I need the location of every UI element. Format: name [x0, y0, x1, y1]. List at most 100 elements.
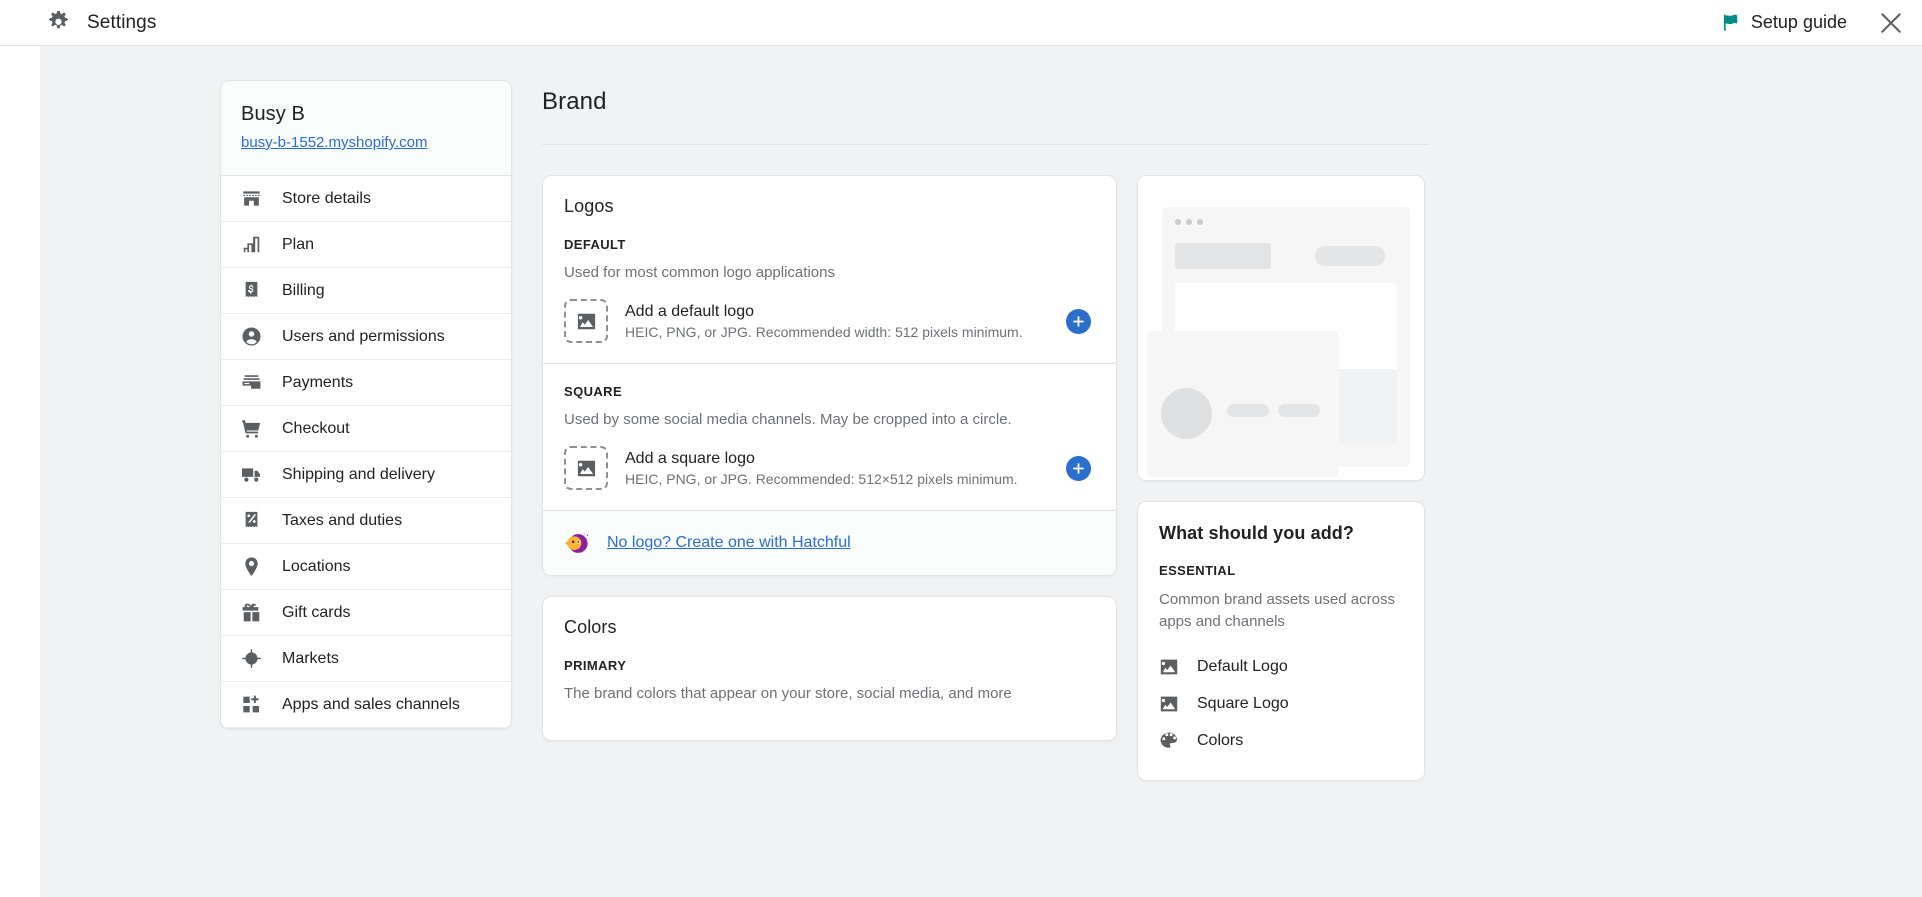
mock-subpanel	[1335, 369, 1397, 444]
aside-item-square-logo[interactable]: Square Logo	[1159, 686, 1403, 723]
window-dot	[1175, 219, 1181, 225]
default-logo-label: DEFAULT	[564, 237, 626, 252]
logos-card: Logos DEFAULT Used for most common logo …	[542, 175, 1117, 576]
primary-color-description: The brand colors that appear on your sto…	[564, 685, 1012, 702]
default-logo-upload-hint: HEIC, PNG, or JPG. Recommended width: 51…	[625, 323, 1023, 340]
primary-colors-section: PRIMARY The brand colors that appear on …	[543, 638, 1116, 740]
top-bar-left: Settings	[0, 11, 156, 34]
sidebar-item-label: Billing	[282, 281, 325, 299]
default-logo-description: Used for most common logo applications	[564, 264, 835, 281]
top-bar-right: Setup guide	[1721, 8, 1922, 38]
main-content: Brand Logos DEFAULT Used for most common…	[542, 46, 1922, 897]
sidebar-item-apps-and-sales-channels[interactable]: Apps and sales channels	[221, 682, 511, 728]
store-header: Busy B busy-b-1552.myshopify.com	[221, 81, 511, 176]
default-logo-section: DEFAULT Used for most common logo applic…	[543, 217, 1116, 363]
square-logo-label: SQUARE	[564, 384, 623, 399]
mock-avatar	[1161, 388, 1212, 439]
aside-item-label: Colors	[1197, 732, 1244, 749]
sidebar-item-label: Shipping and delivery	[282, 465, 435, 483]
aside-title: What should you add?	[1159, 523, 1354, 543]
image-icon	[1159, 657, 1179, 677]
window-dots	[1175, 219, 1203, 225]
setup-guide-label: Setup guide	[1750, 12, 1847, 32]
user-icon	[241, 326, 262, 347]
close-icon[interactable]	[1876, 8, 1906, 38]
mock-bar	[1175, 243, 1271, 269]
mock-pill	[1227, 404, 1269, 417]
brand-aside-column: What should you add? ESSENTIAL Common br…	[1137, 175, 1425, 781]
default-logo-text: Add a default logo HEIC, PNG, or JPG. Re…	[625, 303, 1049, 340]
plus-icon	[1071, 461, 1086, 476]
store-icon	[241, 188, 262, 209]
truck-icon	[241, 464, 262, 485]
sidebar-item-gift-cards[interactable]: Gift cards	[221, 590, 511, 636]
window-dot	[1186, 219, 1192, 225]
percent-receipt-icon	[241, 510, 262, 531]
sidebar-item-label: Locations	[282, 557, 351, 575]
billing-icon	[241, 280, 262, 301]
top-bar: Settings Setup guide	[0, 0, 1922, 46]
default-logo-upload-title: Add a default logo	[625, 302, 754, 320]
palette-icon	[1159, 731, 1179, 751]
primary-color-label: PRIMARY	[564, 658, 627, 673]
sidebar-item-locations[interactable]: Locations	[221, 544, 511, 590]
sidebar-item-users-and-permissions[interactable]: Users and permissions	[221, 314, 511, 360]
default-logo-dropzone[interactable]	[564, 299, 608, 343]
image-icon	[576, 458, 597, 479]
sidebar-item-billing[interactable]: Billing	[221, 268, 511, 314]
colors-card: Colors PRIMARY The brand colors that app…	[542, 596, 1117, 741]
settings-sidebar: Busy B busy-b-1552.myshopify.com Store d…	[220, 80, 512, 729]
apps-plus-icon	[241, 694, 262, 715]
mock-pill	[1278, 404, 1320, 417]
setup-guide-button[interactable]: Setup guide	[1721, 12, 1847, 33]
aside-item-label: Default Logo	[1197, 658, 1288, 675]
square-logo-section: SQUARE Used by some social media channel…	[543, 363, 1116, 510]
brand-preview-card	[1137, 175, 1425, 481]
sidebar-item-store-details[interactable]: Store details	[221, 176, 511, 222]
sidebar-item-markets[interactable]: Markets	[221, 636, 511, 682]
square-logo-upload-title: Add a square logo	[625, 449, 755, 467]
store-name: Busy B	[241, 103, 305, 125]
aside-description: Common brand assets used across apps and…	[1159, 591, 1395, 630]
gift-icon	[241, 602, 262, 623]
mock-pill	[1315, 246, 1385, 266]
store-url-link[interactable]: busy-b-1552.myshopify.com	[241, 134, 427, 151]
page-header-title: Settings	[87, 11, 157, 33]
sidebar-item-label: Payments	[282, 373, 354, 391]
sidebar-item-label: Gift cards	[282, 603, 351, 621]
phone-mockup	[1147, 331, 1339, 477]
sidebar-item-shipping-and-delivery[interactable]: Shipping and delivery	[221, 452, 511, 498]
aside-subtitle: ESSENTIAL	[1159, 563, 1236, 578]
aside-item-colors[interactable]: Colors	[1159, 723, 1403, 760]
sidebar-item-label: Store details	[282, 189, 371, 207]
sidebar-item-label: Markets	[282, 649, 339, 667]
square-logo-text: Add a square logo HEIC, PNG, or JPG. Rec…	[625, 450, 1049, 487]
image-icon	[576, 311, 597, 332]
add-default-logo-button[interactable]	[1066, 308, 1091, 334]
sidebar-item-label: Users and permissions	[282, 327, 445, 345]
sidebar-item-label: Plan	[282, 235, 315, 253]
square-logo-description: Used by some social media channels. May …	[564, 411, 1012, 428]
default-logo-upload-row: Add a default logo HEIC, PNG, or JPG. Re…	[564, 299, 1095, 343]
hatchful-bird-icon	[564, 530, 590, 556]
location-pin-icon	[241, 556, 262, 577]
sidebar-item-payments[interactable]: Payments	[221, 360, 511, 406]
aside-item-label: Square Logo	[1197, 695, 1289, 712]
payments-icon	[241, 372, 262, 393]
square-logo-dropzone[interactable]	[564, 446, 608, 490]
page-title: Brand	[542, 88, 607, 115]
globe-icon	[241, 648, 262, 669]
logos-card-title: Logos	[564, 196, 614, 216]
hatchful-link[interactable]: No logo? Create one with Hatchful	[607, 534, 851, 552]
what-should-you-add-card: What should you add? ESSENTIAL Common br…	[1137, 501, 1425, 781]
sidebar-item-label: Apps and sales channels	[282, 695, 460, 713]
sidebar-item-taxes-and-duties[interactable]: Taxes and duties	[221, 498, 511, 544]
sidebar-item-label: Checkout	[282, 419, 350, 437]
add-square-logo-button[interactable]	[1066, 455, 1091, 481]
plus-icon	[1071, 314, 1086, 329]
sidebar-item-plan[interactable]: Plan	[221, 222, 511, 268]
plan-icon	[241, 234, 262, 255]
sidebar-item-checkout[interactable]: Checkout	[221, 406, 511, 452]
aside-item-default-logo[interactable]: Default Logo	[1159, 649, 1403, 686]
brand-preview-illustration	[1138, 176, 1424, 480]
